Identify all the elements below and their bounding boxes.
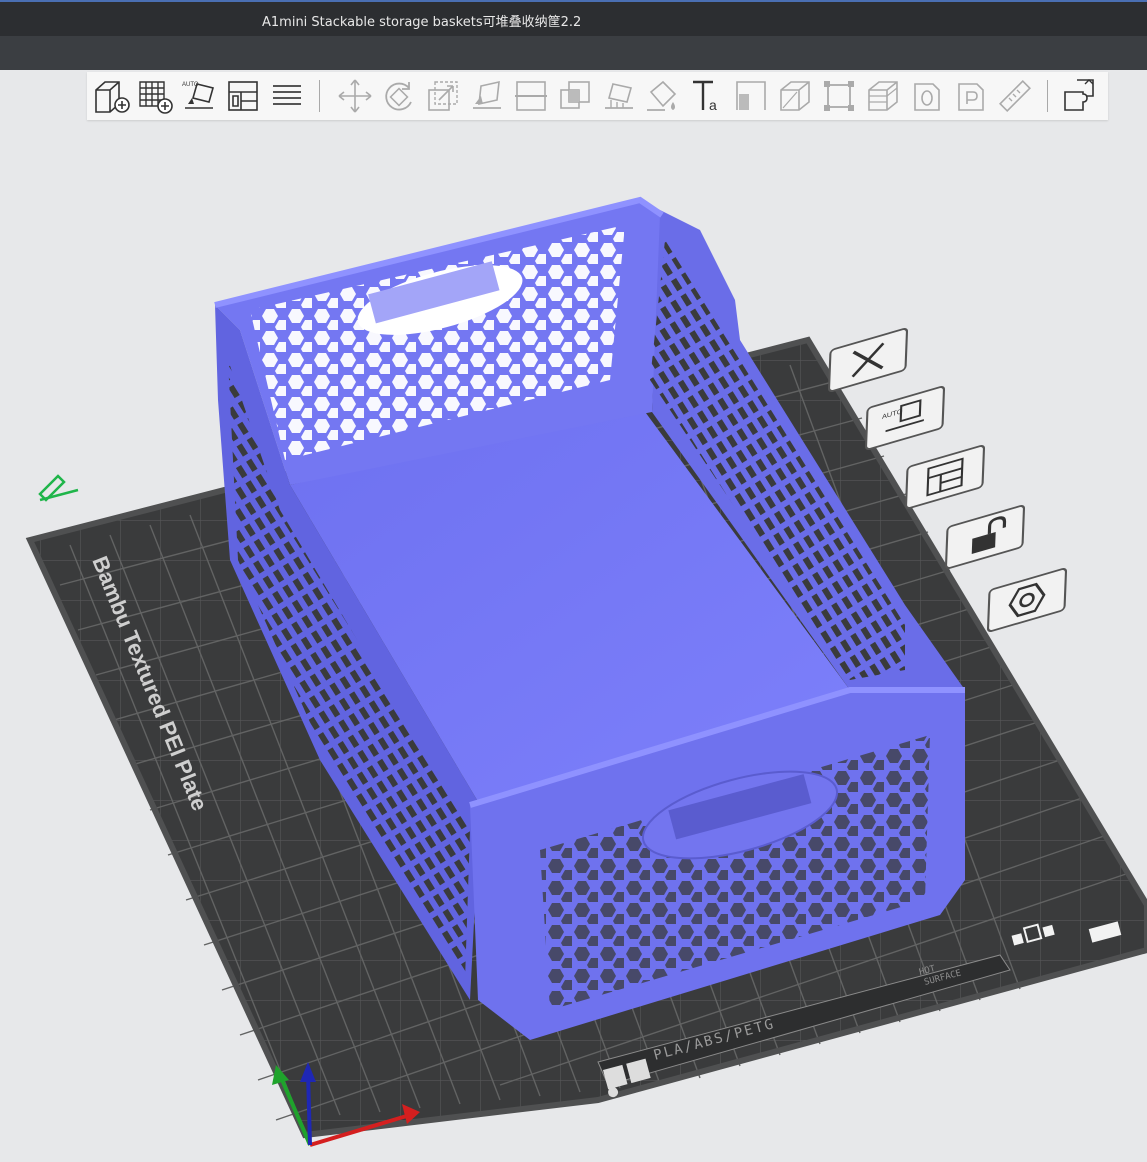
toolbar-separator xyxy=(1047,80,1048,112)
title-bar: A1mini Stackable storage baskets可堆叠收纳筐2.… xyxy=(0,0,1147,36)
cut-icon[interactable] xyxy=(511,76,551,116)
rotate-icon[interactable] xyxy=(379,76,419,116)
scale-icon[interactable] xyxy=(423,76,463,116)
ruler-icon[interactable] xyxy=(995,76,1035,116)
support-painting-icon[interactable] xyxy=(599,76,639,116)
svg-text:a: a xyxy=(709,97,717,113)
move-icon[interactable] xyxy=(335,76,375,116)
3d-viewport[interactable]: Bambu Textured PEI Plate PLA/ABS/PETG HO… xyxy=(0,70,1147,1162)
auto-orient-icon[interactable]: AUTO xyxy=(179,76,219,116)
assembly-icon[interactable] xyxy=(1059,76,1099,116)
window-title: A1mini Stackable storage baskets可堆叠收纳筐2.… xyxy=(262,15,582,30)
color-painting-icon[interactable] xyxy=(643,76,683,116)
measure-icon[interactable] xyxy=(951,76,991,116)
main-toolbar: AUTO a xyxy=(87,72,1108,120)
seam-painting-icon[interactable] xyxy=(731,76,771,116)
menu-bar xyxy=(0,36,1147,70)
slice-layer-icon[interactable] xyxy=(863,76,903,116)
add-object-icon[interactable] xyxy=(91,76,131,116)
toolbar-separator xyxy=(319,80,320,112)
arrange-icon[interactable] xyxy=(223,76,263,116)
lay-on-face-icon[interactable] xyxy=(467,76,507,116)
edit-plate-name-icon[interactable] xyxy=(38,474,79,502)
mesh-boolean-icon[interactable] xyxy=(775,76,815,116)
boolean-icon[interactable] xyxy=(555,76,595,116)
add-plate-icon[interactable] xyxy=(135,76,175,116)
variable-layer-icon[interactable] xyxy=(907,76,947,116)
text-tool-icon[interactable]: a xyxy=(687,76,727,116)
fit-to-box-icon[interactable] xyxy=(819,76,859,116)
split-layers-icon[interactable] xyxy=(267,76,307,116)
